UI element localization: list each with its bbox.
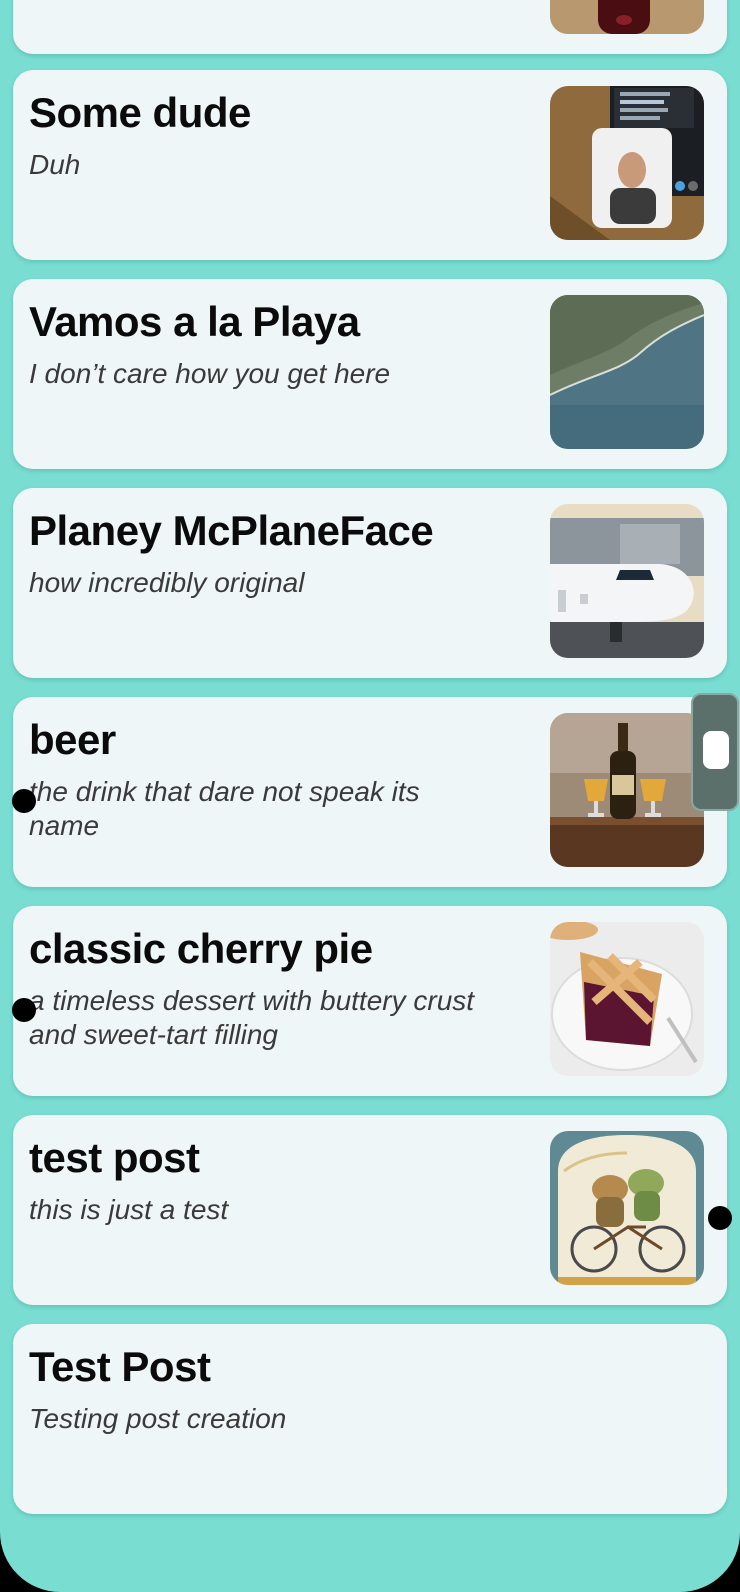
post-card[interactable]: beer the drink that dare not speak its n… — [13, 697, 727, 887]
post-title: beer — [29, 716, 116, 763]
post-subtitle: Duh — [29, 149, 81, 180]
post-card[interactable]: Planey McPlaneFace how incredibly origin… — [13, 488, 727, 678]
touch-indicator-dot — [12, 789, 36, 813]
wine-bottle-thumbnail — [550, 0, 704, 34]
post-subtitle: I don’t care how you get here — [29, 358, 391, 389]
coastline-aerial-thumbnail — [550, 295, 704, 449]
post-subtitle: a timeless dessert with buttery crust an… — [29, 985, 475, 1050]
scrollbar-thumb[interactable] — [703, 731, 729, 769]
post-list-screen: Some dude Duh Vamos a la Playa I don’t c… — [0, 0, 740, 1592]
touch-indicator-dot — [708, 1206, 732, 1230]
post-title: classic cherry pie — [29, 925, 373, 972]
frogs-on-bicycle-thumbnail — [550, 1131, 704, 1285]
post-card[interactable]: Some dude Duh — [13, 70, 727, 260]
post-subtitle: Testing post creation — [29, 1403, 287, 1434]
post-card[interactable]: Test Post Testing post creation — [13, 1324, 727, 1514]
post-subtitle: the drink that dare not speak its name — [29, 776, 420, 841]
post-title: Some dude — [29, 89, 251, 136]
post-title: Vamos a la Playa — [29, 298, 360, 345]
airplane-thumbnail — [550, 504, 704, 658]
post-subtitle: how incredibly original — [29, 567, 305, 598]
post-card[interactable] — [13, 0, 727, 54]
post-title: Test Post — [29, 1343, 211, 1390]
post-title: Planey McPlaneFace — [29, 507, 434, 554]
touch-indicator-dot — [12, 998, 36, 1022]
post-title: test post — [29, 1134, 200, 1181]
laptop-video-call-thumbnail — [550, 86, 704, 240]
scrollbar[interactable] — [691, 693, 739, 811]
post-card[interactable]: classic cherry pie a timeless dessert wi… — [13, 906, 727, 1096]
post-subtitle: this is just a test — [29, 1194, 229, 1225]
post-card[interactable]: test post this is just a test — [13, 1115, 727, 1305]
beer-bottle-glasses-thumbnail — [550, 713, 704, 867]
cherry-pie-slice-thumbnail — [550, 922, 704, 1076]
post-card[interactable]: Vamos a la Playa I don’t care how you ge… — [13, 279, 727, 469]
